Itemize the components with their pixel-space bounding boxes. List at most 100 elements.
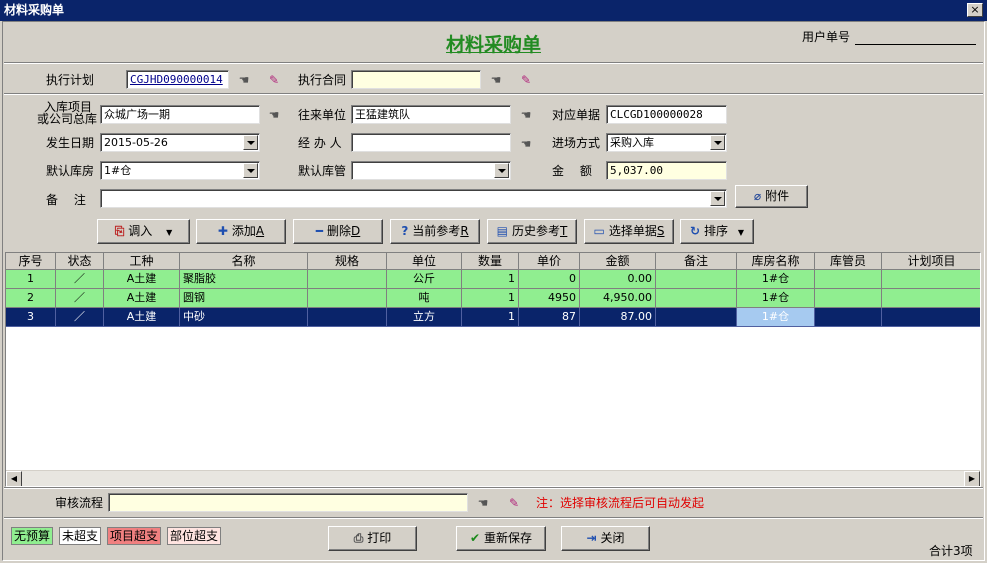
cell-qty[interactable]: 1 [462, 270, 519, 289]
table-row[interactable]: 2 ／ A土建 圆钢 吨 1 4950 4,950.00 1#仓 [6, 289, 980, 308]
project-field[interactable]: 众城广场一期 [100, 105, 260, 124]
chevron-down-icon[interactable] [710, 191, 725, 206]
cell-note[interactable] [656, 270, 737, 289]
clear-wand-icon[interactable]: ✎ [505, 495, 523, 511]
cell-name[interactable]: 圆钢 [180, 289, 308, 308]
exec-contract-field[interactable] [351, 70, 481, 89]
handler-field[interactable] [351, 133, 511, 152]
pick-hand-icon[interactable]: ☚ [265, 107, 283, 123]
select-doc-button[interactable]: ▭ 选择单据S [584, 219, 674, 244]
column-header[interactable]: 规格 [308, 253, 387, 270]
cell-unit[interactable]: 吨 [387, 289, 462, 308]
cell-amount[interactable]: 87.00 [580, 308, 656, 327]
cell-unit[interactable]: 立方 [387, 308, 462, 327]
cell-work[interactable]: A土建 [104, 289, 180, 308]
cell-store[interactable]: 1#仓 [737, 270, 815, 289]
materials-table[interactable]: 序号 状态 工种 名称 规格 单位 数量 单价 金额 备注 库房名称 库管员 计划项目 1 ／ A土建 聚脂胶… [5, 252, 981, 487]
cell-store[interactable]: 1#仓 [737, 308, 815, 327]
default-keeper-select[interactable] [351, 161, 511, 180]
cell-price[interactable]: 0 [519, 270, 580, 289]
sort-button[interactable]: ↻ 排序 ▼ [680, 219, 754, 244]
column-header[interactable]: 库房名称 [737, 253, 815, 270]
table-row[interactable]: 1 ／ A土建 聚脂胶 公斤 1 0 0.00 1#仓 [6, 270, 980, 289]
current-ref-button[interactable]: ? 当前参考R [390, 219, 480, 244]
entry-mode-label: 进场方式 [552, 136, 601, 150]
print-button[interactable]: ⎙ 打印 [328, 526, 417, 551]
cell-amount[interactable]: 0.00 [580, 270, 656, 289]
column-header[interactable]: 单位 [387, 253, 462, 270]
cell-note[interactable] [656, 289, 737, 308]
attachment-button[interactable]: ⌀ 附件 [735, 185, 808, 208]
column-header[interactable]: 计划项目 [882, 253, 980, 270]
cell-plan[interactable] [882, 270, 980, 289]
cell-spec[interactable] [308, 308, 387, 327]
chevron-down-icon[interactable] [494, 163, 509, 178]
cell-qty[interactable]: 1 [462, 308, 519, 327]
default-store-select[interactable]: 1#仓 [100, 161, 260, 180]
date-picker[interactable]: 2015-05-26 [100, 133, 260, 152]
note-field[interactable] [100, 189, 727, 208]
cell-unit[interactable]: 公斤 [387, 270, 462, 289]
resave-button[interactable]: ✔ 重新保存 [456, 526, 546, 551]
horizontal-scrollbar[interactable]: ◀ ▶ [6, 470, 980, 486]
partner-field[interactable]: 王猛建筑队 [351, 105, 511, 124]
cell-status[interactable]: ／ [56, 308, 104, 327]
column-header[interactable]: 金额 [580, 253, 656, 270]
cell-spec[interactable] [308, 289, 387, 308]
chevron-down-icon[interactable] [243, 135, 258, 150]
clear-wand-icon[interactable]: ✎ [517, 72, 535, 88]
cell-work[interactable]: A土建 [104, 270, 180, 289]
cell-price[interactable]: 87 [519, 308, 580, 327]
cell-name[interactable]: 聚脂胶 [180, 270, 308, 289]
cell-price[interactable]: 4950 [519, 289, 580, 308]
cell-plan[interactable] [882, 308, 980, 327]
chevron-down-icon[interactable] [243, 163, 258, 178]
history-ref-button[interactable]: ▤ 历史参考T [487, 219, 577, 244]
cell-keeper[interactable] [815, 270, 882, 289]
table-row[interactable]: 3 ／ A土建 中砂 立方 1 87 87.00 1#仓 [6, 308, 980, 327]
cell-status[interactable]: ／ [56, 289, 104, 308]
column-header[interactable]: 名称 [180, 253, 308, 270]
cell-name[interactable]: 中砂 [180, 308, 308, 327]
column-header[interactable]: 库管员 [815, 253, 882, 270]
ref-doc-field[interactable]: CLCGD100000028 [606, 105, 727, 124]
close-button[interactable]: ⇥ 关闭 [561, 526, 650, 551]
column-header[interactable]: 数量 [462, 253, 519, 270]
cell-no[interactable]: 2 [6, 289, 56, 308]
window-close-button[interactable]: × [967, 3, 983, 17]
cell-qty[interactable]: 1 [462, 289, 519, 308]
cell-status[interactable]: ／ [56, 270, 104, 289]
pick-hand-icon[interactable]: ☚ [517, 107, 535, 123]
pick-hand-icon[interactable]: ☚ [517, 136, 535, 152]
cell-no[interactable]: 3 [6, 308, 56, 327]
clear-wand-icon[interactable]: ✎ [265, 72, 283, 88]
add-button[interactable]: ✚ 添加A [196, 219, 286, 244]
scroll-left-icon[interactable]: ◀ [6, 471, 22, 486]
delete-button[interactable]: ━ 删除D [293, 219, 383, 244]
pick-hand-icon[interactable]: ☚ [474, 495, 492, 511]
pick-hand-icon[interactable]: ☚ [487, 72, 505, 88]
pick-hand-icon[interactable]: ☚ [235, 72, 253, 88]
cell-store[interactable]: 1#仓 [737, 289, 815, 308]
column-header[interactable]: 备注 [656, 253, 737, 270]
cell-plan[interactable] [882, 289, 980, 308]
cell-keeper[interactable] [815, 289, 882, 308]
cell-spec[interactable] [308, 270, 387, 289]
column-header[interactable]: 序号 [6, 253, 56, 270]
column-header[interactable]: 状态 [56, 253, 104, 270]
cell-note[interactable] [656, 308, 737, 327]
import-button[interactable]: ⎘ 调入 ▼ [97, 219, 190, 244]
column-header[interactable]: 工种 [104, 253, 180, 270]
cell-amount[interactable]: 4,950.00 [580, 289, 656, 308]
scroll-right-icon[interactable]: ▶ [964, 471, 980, 486]
audit-field[interactable] [108, 493, 468, 512]
chevron-down-icon[interactable] [710, 135, 725, 150]
exec-plan-field[interactable]: CGJHD090000014 [126, 70, 229, 89]
cell-work[interactable]: A土建 [104, 308, 180, 327]
column-header[interactable]: 单价 [519, 253, 580, 270]
cell-keeper[interactable] [815, 308, 882, 327]
amount-label: 金 额 [552, 164, 592, 178]
cell-no[interactable]: 1 [6, 270, 56, 289]
user-no-underline[interactable] [855, 44, 976, 45]
entry-mode-select[interactable]: 采购入库 [606, 133, 727, 152]
